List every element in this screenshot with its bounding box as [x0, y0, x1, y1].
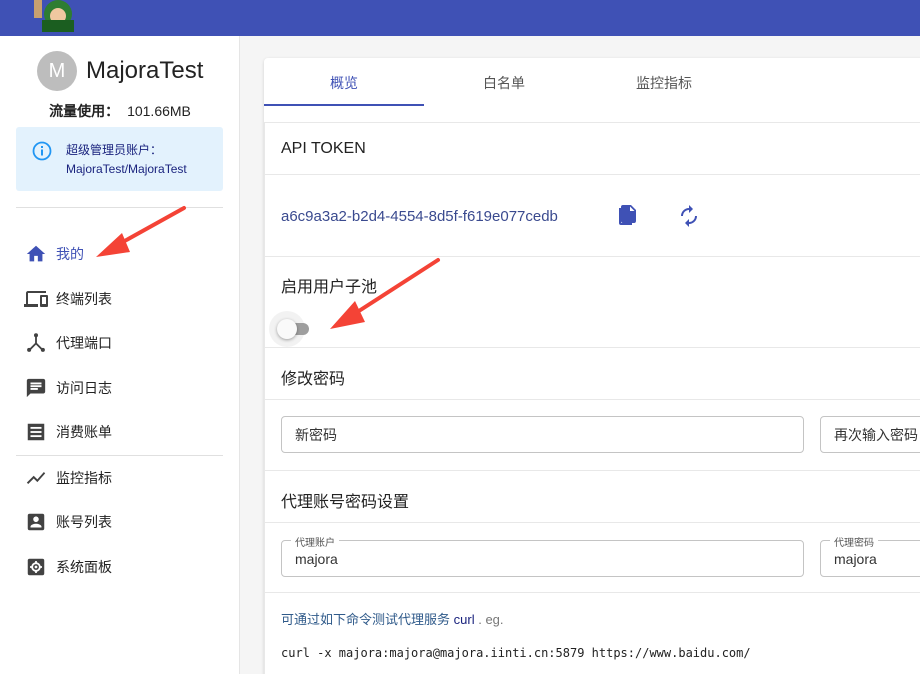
refresh-token-button[interactable] [677, 204, 701, 228]
api-token-title: API TOKEN [281, 140, 366, 157]
chat-log-icon [24, 376, 48, 400]
hint-prefix: 可通过如下命令测试代理服务 [281, 612, 451, 627]
account-box-icon [24, 510, 48, 534]
sidebar-item-billing[interactable]: 消费账单 [24, 420, 112, 444]
tab-bar: 概览 白名单 监控指标 [264, 58, 920, 107]
sidebar-divider [16, 455, 223, 456]
sidebar-item-access-log[interactable]: 访问日志 [24, 376, 112, 400]
proxy-settings-title: 代理账号密码设置 [281, 494, 410, 511]
proxy-account-field[interactable]: 代理账户 majora [281, 534, 804, 577]
username: MajoraTest [86, 57, 204, 84]
curl-link[interactable]: curl [454, 612, 475, 627]
hub-icon [24, 331, 48, 355]
sidebar-item-accounts[interactable]: 账号列表 [24, 510, 112, 534]
sidebar-item-system-panel[interactable]: 系统面板 [24, 555, 112, 579]
section-divider [265, 256, 920, 257]
sidebar-divider [16, 207, 223, 208]
app-header [0, 0, 920, 36]
user-pool-title: 启用用户子池 [281, 279, 378, 296]
tab-overview[interactable]: 概览 [264, 58, 424, 107]
header-avatar-image[interactable] [32, 0, 84, 32]
sidebar-item-label: 账号列表 [56, 514, 112, 530]
info-icon [32, 141, 52, 166]
section-divider [265, 522, 920, 523]
copy-token-button[interactable] [615, 204, 639, 228]
section-divider [265, 347, 920, 348]
traffic-value: 101.66MB [127, 103, 191, 119]
admin-info-line2: MajoraTest/MajoraTest [66, 162, 187, 176]
section-divider [265, 174, 920, 175]
confirm-password-input[interactable]: 再次输入密码 [820, 416, 920, 453]
proxy-test-hint: 可通过如下命令测试代理服务 curl . eg. [281, 609, 504, 628]
section-divider [265, 592, 920, 593]
sidebar-item-proxy-ports[interactable]: 代理端口 [24, 331, 112, 355]
avatar[interactable]: M [37, 51, 77, 91]
sidebar: M MajoraTest 流量使用： 101.66MB 超级管理员账户： Majo… [0, 36, 240, 674]
section-divider [265, 399, 920, 400]
devices-icon [24, 287, 48, 311]
traffic-usage: 流量使用： 101.66MB [0, 101, 240, 121]
tab-indicator [264, 104, 424, 106]
sidebar-item-label: 监控指标 [56, 470, 112, 486]
copy-icon [619, 205, 636, 225]
proxy-account-label: 代理账户 [291, 534, 339, 549]
hint-suffix: . eg. [478, 612, 504, 627]
proxy-password-value: majora [834, 550, 877, 567]
sidebar-item-label: 我的 [56, 246, 84, 262]
settings-box-icon [24, 555, 48, 579]
sidebar-item-mine[interactable]: 我的 [24, 242, 84, 266]
traffic-label: 流量使用： [49, 103, 120, 119]
user-profile: M MajoraTest [37, 51, 203, 91]
admin-info-line1: 超级管理员账户： [66, 143, 163, 157]
proxy-password-field[interactable]: 代理密码 majora [820, 534, 920, 577]
overview-panel: API TOKEN a6c9a3a2-b2d4-4554-8d5f-f619e0… [264, 122, 920, 674]
admin-info-alert: 超级管理员账户： MajoraTest/MajoraTest [16, 127, 223, 191]
sidebar-item-label: 代理端口 [56, 335, 112, 351]
main-card: 概览 白名单 监控指标 API TOKEN a6c9a3a2-b2d4-4554… [264, 58, 920, 674]
sidebar-item-monitoring[interactable]: 监控指标 [24, 466, 112, 490]
proxy-account-value: majora [295, 550, 338, 567]
refresh-icon [681, 205, 697, 227]
list-bill-icon [24, 420, 48, 444]
section-divider [265, 122, 920, 123]
sidebar-item-terminals[interactable]: 终端列表 [24, 287, 112, 311]
proxy-password-label: 代理密码 [830, 534, 878, 549]
section-divider [265, 470, 920, 471]
curl-command: curl -x majora:majora@majora.iinti.cn:58… [281, 646, 751, 660]
change-password-title: 修改密码 [281, 371, 346, 388]
user-pool-toggle[interactable] [269, 311, 313, 347]
api-token-value: a6c9a3a2-b2d4-4554-8d5f-f619e077cedb [281, 208, 558, 225]
home-icon [24, 242, 48, 266]
sidebar-item-label: 系统面板 [56, 559, 112, 575]
sidebar-item-label: 消费账单 [56, 424, 112, 440]
tab-monitoring[interactable]: 监控指标 [584, 58, 744, 107]
trending-icon [24, 466, 48, 490]
sidebar-item-label: 终端列表 [56, 291, 112, 307]
new-password-input[interactable]: 新密码 [281, 416, 804, 453]
tab-whitelist[interactable]: 白名单 [424, 58, 584, 107]
sidebar-item-label: 访问日志 [56, 380, 112, 396]
admin-info-text: 超级管理员账户： MajoraTest/MajoraTest [66, 141, 187, 179]
